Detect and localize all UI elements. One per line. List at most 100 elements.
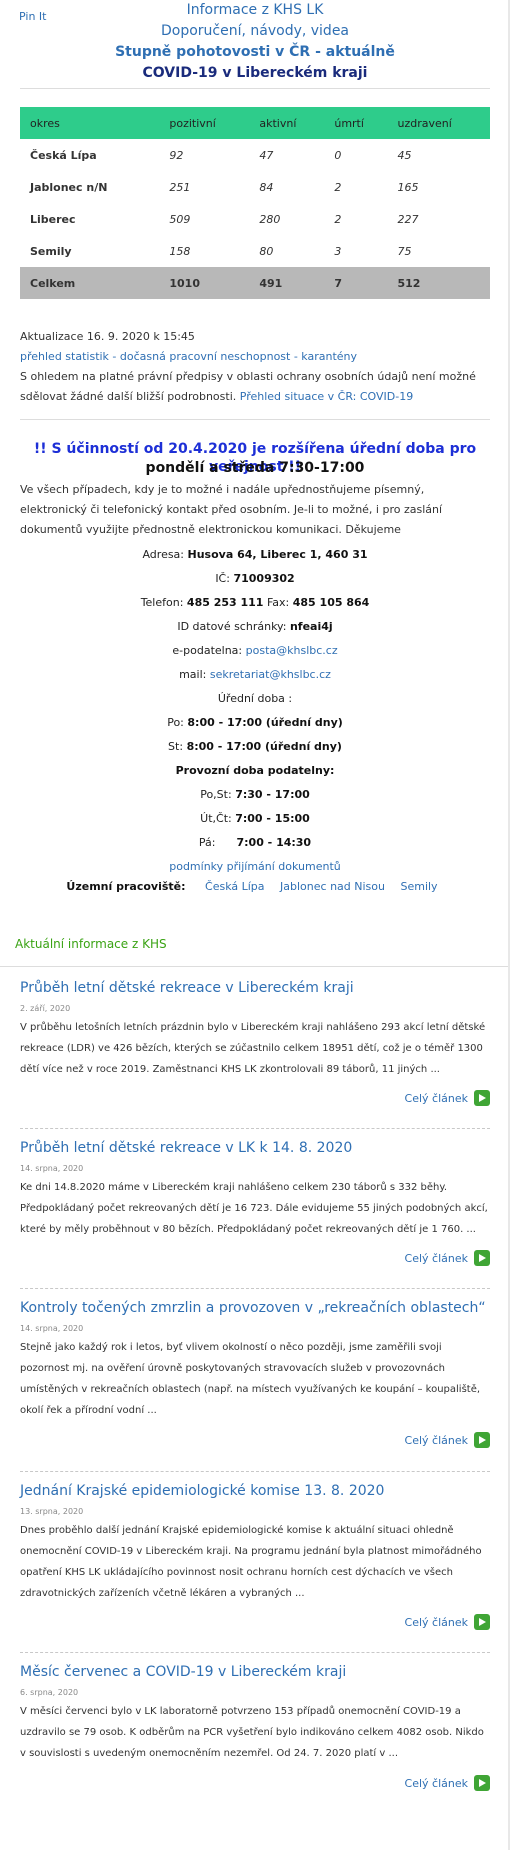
article-excerpt: Dnes proběhlo další jednání Krajské epid…	[20, 1525, 482, 1599]
col-aktivni: aktivní	[249, 107, 325, 139]
ut-ct-label: Út,Čt:	[200, 812, 232, 825]
table-row: Česká Lípa 92 47 0 45	[20, 139, 490, 171]
header-links: Informace z KHS LK Doporučení, návody, v…	[0, 0, 510, 84]
article-divider	[20, 1128, 490, 1129]
wednesday-value: 8:00 - 17:00 (úřední dny)	[186, 740, 342, 753]
article-date: 6. srpna, 2020	[20, 1688, 79, 1697]
article-item: Průběh letní dětské rekreace v LK k 14. …	[20, 1138, 490, 1240]
ic-label: IČ:	[215, 572, 230, 585]
read-more-label: Celý článek	[404, 1433, 468, 1447]
table-cell: 251	[169, 180, 191, 194]
mail-link[interactable]: sekretariat@khslbc.cz	[210, 668, 331, 681]
table-cell: 45	[397, 148, 412, 162]
link-alert-levels[interactable]: Stupně pohotovosti v ČR - aktuálně	[0, 42, 510, 63]
po-st-label: Po,St:	[200, 788, 232, 801]
table-cell: 165	[397, 180, 419, 194]
arrow-right-icon	[474, 1250, 490, 1266]
privacy-note: S ohledem na platné právní předpisy v ob…	[20, 367, 490, 407]
table-cell: Česká Lípa	[30, 148, 97, 162]
monday-hours: Po: 8:00 - 17:00 (úřední dny)	[20, 716, 490, 729]
epodatelna-label: e-podatelna:	[172, 644, 243, 657]
wednesday-label: St:	[168, 740, 184, 753]
divider	[0, 966, 508, 967]
article-divider	[20, 1471, 490, 1472]
article-date: 14. srpna, 2020	[20, 1164, 84, 1173]
article-title-link[interactable]: Jednání Krajské epidemiologické komise 1…	[20, 1481, 490, 1501]
table-cell: 0	[334, 148, 342, 162]
phone-value: 485 253 111	[186, 596, 264, 609]
link-khs-info[interactable]: Informace z KHS LK	[0, 0, 510, 21]
table-total-row: Celkem 1010 491 7 512	[20, 267, 490, 299]
article-title-link[interactable]: Měsíc červenec a COVID-19 v Libereckém k…	[20, 1662, 490, 1682]
ic-line: IČ: 71009302	[20, 572, 490, 585]
monday-value: 8:00 - 17:00 (úřední dny)	[187, 716, 343, 729]
article-excerpt: V průběhu letošních letních prázdnin byl…	[20, 1022, 486, 1075]
article-excerpt: V měsíci červenci bylo v LK laboratorně …	[20, 1706, 484, 1759]
address-label: Adresa:	[142, 548, 185, 561]
arrow-right-icon	[474, 1090, 490, 1106]
hours-title: Úřední doba :	[217, 692, 293, 705]
col-okres: okres	[20, 107, 160, 139]
phone-label: Telefon:	[140, 596, 184, 609]
podatelna-pa: Pá: 7:00 - 14:30	[20, 836, 490, 849]
databox-value: nfeai4j	[289, 620, 333, 633]
table-header-row: okres pozitivní aktivní úmrtí uzdravení	[20, 107, 490, 139]
table-cell: 7	[324, 267, 388, 299]
table-cell: 2	[334, 212, 342, 226]
databox-line: ID datové schránky: nfeai4j	[20, 620, 490, 633]
table-cell: 509	[169, 212, 191, 226]
fax-label: Fax:	[266, 596, 290, 609]
arrow-right-icon	[474, 1614, 490, 1630]
stats-overview-link[interactable]: přehled statistik - dočasná pracovní nes…	[20, 350, 357, 363]
article-date: 13. srpna, 2020	[20, 1507, 84, 1516]
table-row: Semily 158 80 3 75	[20, 235, 490, 267]
office-semily-link[interactable]: Semily	[400, 880, 437, 893]
table-cell: Celkem	[20, 267, 160, 299]
office-jablonec-link[interactable]: Jablonec nad Nisou	[280, 880, 385, 893]
office-hours-days: pondělí a středa 7:30-17:00	[145, 460, 365, 476]
read-more-label: Celý článek	[404, 1776, 468, 1790]
col-pozitivni: pozitivní	[159, 107, 250, 139]
link-recommendations[interactable]: Doporučení, návody, videa	[0, 21, 510, 42]
link-covid-liberec[interactable]: COVID-19 v Libereckém kraji	[0, 63, 510, 84]
article-date: 2. září, 2020	[20, 1004, 71, 1013]
article-excerpt: Ke dni 14.8.2020 máme v Libereckém kraji…	[20, 1182, 488, 1235]
read-more-label: Celý článek	[404, 1251, 468, 1265]
monday-label: Po:	[167, 716, 184, 729]
offices-label: Územní pracoviště:	[66, 880, 186, 893]
article-divider	[20, 1288, 490, 1289]
article-divider	[20, 1652, 490, 1653]
podatelna-ut-ct: Út,Čt: 7:00 - 15:00	[20, 812, 490, 825]
epodatelna-link[interactable]: posta@khslbc.cz	[246, 644, 338, 657]
podatelna-po-st: Po,St: 7:30 - 17:00	[20, 788, 490, 801]
mail-line: mail: sekretariat@khslbc.cz	[20, 668, 490, 681]
table-cell: 491	[249, 267, 325, 299]
read-more-label: Celý článek	[404, 1615, 468, 1629]
covid-stats-table: okres pozitivní aktivní úmrtí uzdravení …	[20, 107, 490, 299]
col-uzdraveni: uzdravení	[387, 107, 490, 139]
read-more-button[interactable]: Celý článek	[405, 1432, 490, 1448]
news-section-title: Aktuální informace z KHS	[15, 937, 167, 951]
table-cell: 1010	[159, 267, 250, 299]
table-cell: Jablonec n/N	[30, 180, 108, 194]
conditions-line: podmínky přijímání dokumentů	[20, 860, 490, 873]
article-title-link[interactable]: Průběh letní dětské rekreace v LK k 14. …	[20, 1138, 490, 1158]
read-more-button[interactable]: Celý článek	[405, 1614, 490, 1630]
article-item: Měsíc červenec a COVID-19 v Libereckém k…	[20, 1662, 490, 1764]
podatelna-title-text: Provozní doba podatelny:	[175, 764, 335, 777]
office-ceska-lipa-link[interactable]: Česká Lípa	[205, 880, 265, 893]
article-item: Průběh letní dětské rekreace v Liberecké…	[20, 978, 490, 1080]
podatelna-title: Provozní doba podatelny:	[20, 764, 490, 777]
table-cell: 80	[259, 244, 274, 258]
read-more-button[interactable]: Celý článek	[405, 1775, 490, 1791]
conditions-link[interactable]: podmínky přijímání dokumentů	[169, 860, 341, 873]
article-title-link[interactable]: Průběh letní dětské rekreace v Liberecké…	[20, 978, 490, 998]
article-title-link[interactable]: Kontroly točených zmrzlin a provozoven v…	[20, 1298, 490, 1318]
article-item: Jednání Krajské epidemiologické komise 1…	[20, 1481, 490, 1604]
table-cell: Liberec	[30, 212, 76, 226]
table-cell: 75	[397, 244, 412, 258]
cr-overview-link[interactable]: Přehled situace v ČR: COVID-19	[240, 390, 413, 403]
read-more-button[interactable]: Celý článek	[405, 1090, 490, 1106]
address-value: Husova 64, Liberec 1, 460 31	[187, 548, 368, 561]
read-more-button[interactable]: Celý článek	[405, 1250, 490, 1266]
